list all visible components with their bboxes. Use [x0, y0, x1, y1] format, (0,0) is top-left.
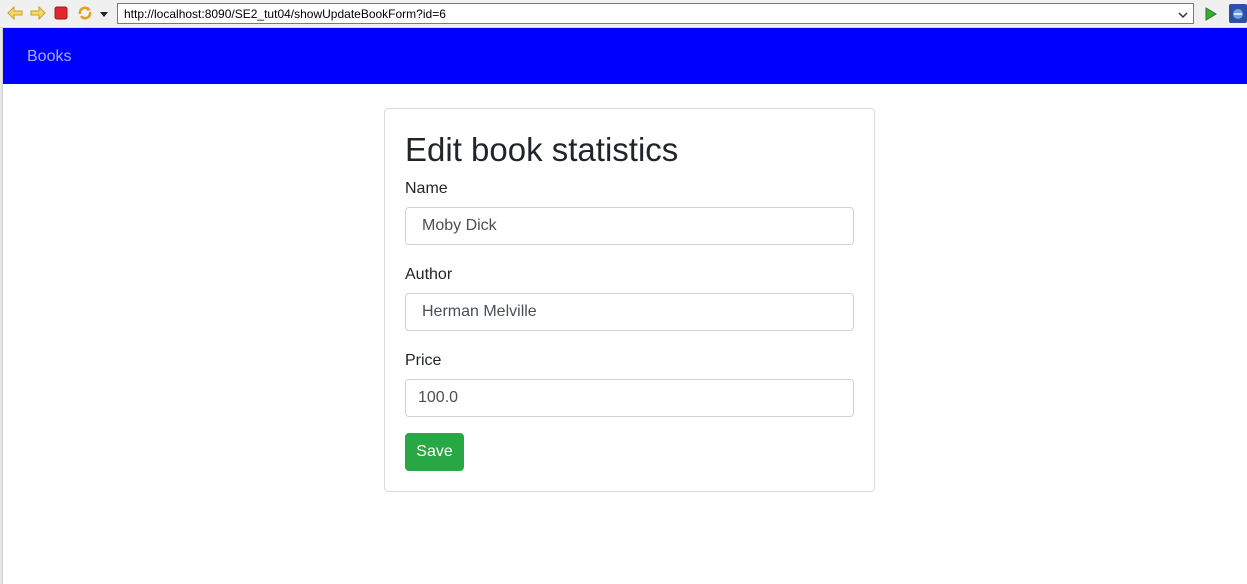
name-field[interactable]: Moby Dick	[405, 207, 854, 245]
top-navbar: Books	[3, 28, 1247, 84]
browser-toolbar: http://localhost:8090/SE2_tut04/showUpda…	[0, 0, 1247, 28]
address-bar[interactable]: http://localhost:8090/SE2_tut04/showUpda…	[117, 3, 1194, 24]
stop-icon[interactable]	[53, 5, 69, 21]
back-arrow-icon[interactable]	[7, 5, 23, 21]
extension-icon[interactable]	[1229, 4, 1247, 23]
window-edge	[0, 28, 3, 584]
name-label: Name	[405, 180, 448, 197]
forward-arrow-icon[interactable]	[30, 5, 46, 21]
save-button[interactable]: Save	[405, 433, 464, 471]
dropdown-arrow-icon[interactable]	[98, 6, 110, 22]
navbar-brand-books[interactable]: Books	[27, 48, 71, 66]
author-label: Author	[405, 266, 453, 283]
chevron-down-icon[interactable]	[1177, 8, 1189, 20]
price-field-value: 100.0	[418, 389, 459, 406]
page-title: Edit book statistics	[405, 131, 679, 168]
price-field[interactable]: 100.0	[405, 379, 854, 417]
price-label: Price	[405, 352, 442, 369]
url-text[interactable]: http://localhost:8090/SE2_tut04/showUpda…	[124, 7, 446, 21]
go-icon[interactable]	[1203, 6, 1219, 22]
author-field[interactable]: Herman Melville	[405, 293, 854, 331]
author-field-value: Herman Melville	[422, 303, 537, 320]
edit-book-card: Edit book statistics Name Moby Dick Auth…	[384, 108, 875, 492]
refresh-icon[interactable]	[77, 5, 93, 21]
name-field-value: Moby Dick	[422, 217, 497, 234]
